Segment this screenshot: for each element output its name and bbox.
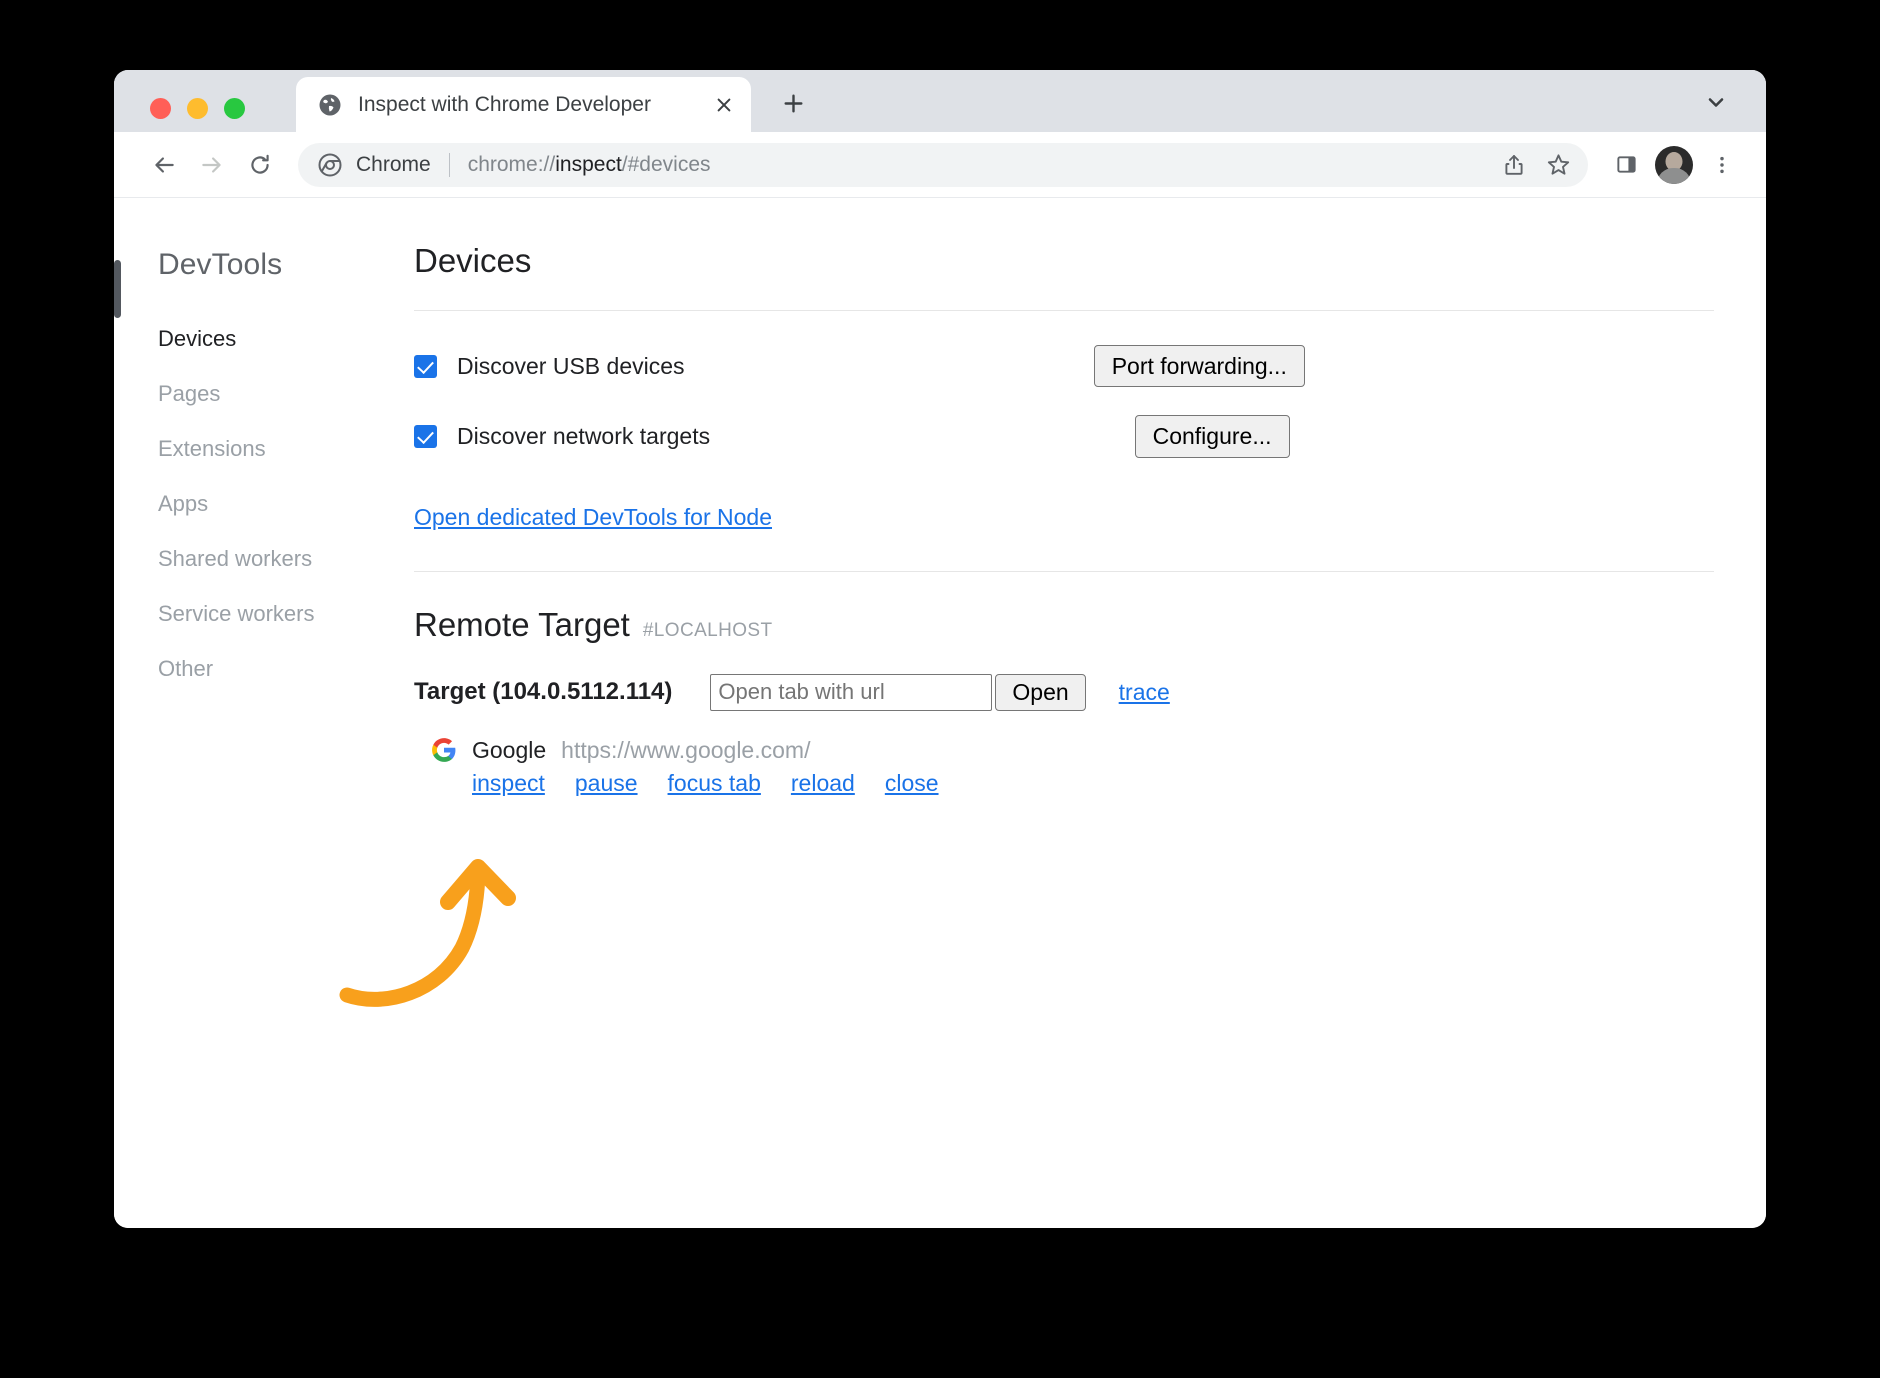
open-tab-url-input[interactable] xyxy=(710,674,992,711)
remote-target-title: Remote Target xyxy=(414,606,630,644)
chevron-down-icon[interactable] xyxy=(1696,82,1736,122)
divider xyxy=(414,310,1714,311)
page-viewport: DevTools Devices Pages Extensions Apps S… xyxy=(114,198,1766,1228)
three-dot-menu-icon[interactable] xyxy=(1700,143,1744,187)
google-g-icon xyxy=(431,737,457,763)
page-scrollbar[interactable] xyxy=(114,260,121,318)
browser-toolbar: Chrome chrome://inspect/#devices xyxy=(114,132,1766,198)
tab-strip: Inspect with Chrome Developer xyxy=(114,70,1766,132)
tab-inspect-with-chrome-developer[interactable]: Inspect with Chrome Developer xyxy=(296,77,751,132)
trace-link[interactable]: trace xyxy=(1119,679,1170,706)
avatar[interactable] xyxy=(1652,143,1696,187)
maximize-window-button[interactable] xyxy=(224,98,245,119)
chrome-icon xyxy=(318,153,342,177)
discover-usb-devices-row: Discover USB devices Port forwarding... xyxy=(414,345,1714,387)
target-name: Google xyxy=(472,737,546,764)
reload-link[interactable]: reload xyxy=(791,770,855,797)
focus-tab-link[interactable]: focus tab xyxy=(668,770,761,797)
sidebar-item-devices[interactable]: Devices xyxy=(158,328,372,350)
back-button[interactable] xyxy=(140,141,188,189)
open-button[interactable]: Open xyxy=(995,674,1085,711)
target-entry-header: Google https://www.google.com/ xyxy=(431,737,1714,764)
discover-network-targets-row: Discover network targets Configure... xyxy=(414,415,1714,457)
new-tab-button[interactable] xyxy=(772,82,814,124)
browser-window: Inspect with Chrome Developer xyxy=(114,70,1766,1228)
star-icon[interactable] xyxy=(1536,143,1580,187)
devtools-main-content: Devices Discover USB devices Port forwar… xyxy=(372,198,1766,1228)
target-version-row: Target (104.0.5112.114) Open trace xyxy=(414,674,1714,711)
globe-icon xyxy=(318,93,342,117)
address-bar[interactable]: Chrome chrome://inspect/#devices xyxy=(298,143,1588,187)
pause-link[interactable]: pause xyxy=(575,770,638,797)
sidebar-item-shared-workers[interactable]: Shared workers xyxy=(158,548,372,570)
omnibox-divider xyxy=(449,153,450,177)
tab-close-button[interactable] xyxy=(709,90,739,120)
divider xyxy=(414,571,1714,572)
omnibox-url-text: chrome://inspect/#devices xyxy=(468,153,1492,177)
sidebar-item-apps[interactable]: Apps xyxy=(158,493,372,515)
target-version-label: Target (104.0.5112.114) xyxy=(414,678,672,706)
target-entry: Google https://www.google.com/ inspect p… xyxy=(414,737,1714,797)
reload-button[interactable] xyxy=(236,141,284,189)
close-link[interactable]: close xyxy=(885,770,939,797)
omnibox-actions xyxy=(1492,143,1580,187)
close-window-button[interactable] xyxy=(150,98,171,119)
window-traffic-lights xyxy=(150,98,245,119)
discover-network-targets-checkbox[interactable] xyxy=(414,425,437,448)
discover-usb-devices-checkbox[interactable] xyxy=(414,355,437,378)
toolbar-right-actions xyxy=(1604,143,1744,187)
remote-target-heading: Remote Target #LOCALHOST xyxy=(414,606,1714,644)
remote-target-host: #LOCALHOST xyxy=(643,620,773,642)
forward-button[interactable] xyxy=(188,141,236,189)
port-forwarding-button[interactable]: Port forwarding... xyxy=(1094,345,1305,387)
minimize-window-button[interactable] xyxy=(187,98,208,119)
discover-network-targets-label: Discover network targets xyxy=(457,423,710,450)
devtools-title: DevTools xyxy=(158,248,372,282)
discover-usb-devices-label: Discover USB devices xyxy=(457,353,685,380)
url-prefix: chrome:// xyxy=(468,153,556,176)
side-panel-icon[interactable] xyxy=(1604,143,1648,187)
tab-title: Inspect with Chrome Developer xyxy=(358,93,709,117)
url-suffix: /#devices xyxy=(622,153,711,176)
url-highlight: inspect xyxy=(555,153,622,176)
inspect-link[interactable]: inspect xyxy=(472,770,545,797)
configure-button[interactable]: Configure... xyxy=(1135,415,1290,457)
sidebar-item-extensions[interactable]: Extensions xyxy=(158,438,372,460)
avatar-image xyxy=(1655,146,1693,184)
devtools-sidebar: DevTools Devices Pages Extensions Apps S… xyxy=(114,198,372,1228)
sidebar-item-other[interactable]: Other xyxy=(158,658,372,680)
avatar-body xyxy=(1657,168,1691,183)
sidebar-item-service-workers[interactable]: Service workers xyxy=(158,603,372,625)
open-dedicated-devtools-for-node-link[interactable]: Open dedicated DevTools for Node xyxy=(414,504,772,531)
page-title: Devices xyxy=(414,242,1714,280)
sidebar-item-pages[interactable]: Pages xyxy=(158,383,372,405)
target-actions: inspect pause focus tab reload close xyxy=(431,770,1714,797)
share-icon[interactable] xyxy=(1492,143,1536,187)
target-url: https://www.google.com/ xyxy=(561,737,810,764)
omnibox-product-chip: Chrome xyxy=(356,153,431,177)
